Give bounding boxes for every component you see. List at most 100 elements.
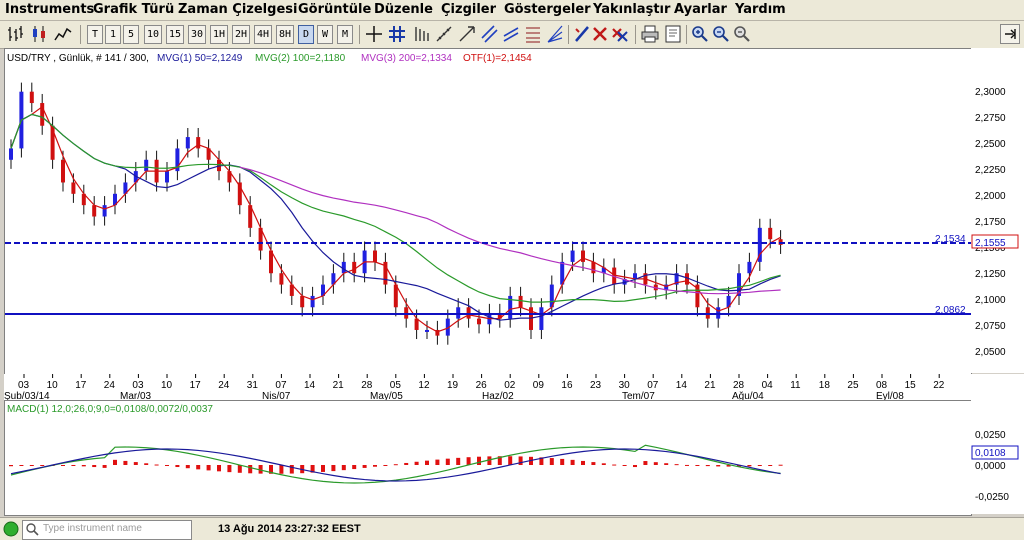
date-tick: 23	[590, 380, 602, 391]
macd-histogram-bar	[185, 465, 190, 469]
macd-histogram-bar	[29, 465, 34, 466]
date-axis: 03 10 17 24 03 10 17 24 31 07 14 21 28 05 12 19 26 02 09 16…	[4, 374, 1024, 402]
macd-current-value: 0,0108	[975, 448, 1006, 459]
timeframe-1m[interactable]: 1	[105, 25, 121, 44]
price-tick: 2,3000	[975, 87, 1006, 98]
candle-body	[102, 205, 107, 217]
fibonacci-icon[interactable]	[524, 24, 542, 44]
macd-histogram-bar	[133, 462, 138, 465]
ruler-alt-icon[interactable]	[435, 24, 453, 44]
bar-chart-icon[interactable]	[6, 24, 24, 44]
date-tick: 16	[561, 380, 573, 391]
menu-edit[interactable]: Düzenle	[374, 2, 433, 17]
zoom-in-icon[interactable]	[691, 24, 709, 44]
menu-chart-type[interactable]: Grafik Türü	[93, 2, 174, 17]
candle-body	[279, 273, 284, 285]
price-chart-panel[interactable]: USD/TRY , Günlük, # 141 / 300, MVG(1) 50…	[4, 48, 972, 375]
macd-histogram-bar	[601, 463, 606, 465]
timeframe-daily[interactable]: D	[298, 25, 314, 44]
timeframe-5m[interactable]: 5	[123, 25, 139, 44]
channel-icon[interactable]	[502, 24, 520, 44]
timeframe-1h[interactable]: 1H	[210, 25, 228, 44]
macd-histogram-bar	[633, 465, 637, 468]
timeframe-4h[interactable]: 4H	[254, 25, 272, 44]
timeframe-monthly[interactable]: M	[337, 25, 353, 44]
macd-histogram-bar	[217, 465, 221, 472]
delete-icon[interactable]	[591, 24, 609, 44]
timeframe-weekly[interactable]: W	[317, 25, 333, 44]
menu-zoom[interactable]: Yakınlaştır	[593, 2, 670, 17]
menu-indicators[interactable]: Göstergeler	[504, 2, 591, 17]
timeframe-30m[interactable]: 30	[188, 25, 206, 44]
macd-histogram-bar	[40, 465, 45, 466]
gann-icon[interactable]	[546, 24, 564, 44]
crosshair-icon[interactable]	[365, 24, 383, 44]
pin-toolbar-button[interactable]	[1000, 24, 1020, 44]
ruler-icon[interactable]	[414, 24, 432, 44]
mvg1-label: MVG(1) 50=2,1249	[157, 53, 243, 64]
macd-histogram-bar	[508, 456, 513, 465]
menu-help[interactable]: Yardım	[735, 2, 786, 17]
macd-histogram-bar	[331, 465, 336, 472]
date-tick: 14	[676, 380, 688, 391]
macd-histogram-bar	[144, 463, 149, 465]
month-tick: Ağu/04	[732, 391, 764, 400]
candle-body	[570, 250, 575, 262]
timeframe-2h[interactable]: 2H	[232, 25, 250, 44]
candle-body	[300, 295, 305, 308]
timeframe-tick[interactable]: T	[87, 25, 103, 44]
instrument-search-input[interactable]: Type instrument name	[22, 520, 192, 540]
candle-body	[477, 318, 481, 325]
otf-label: OTF(1)=2,1454	[463, 53, 532, 64]
price-tick: 2,2250	[975, 165, 1006, 176]
print-icon[interactable]	[641, 24, 659, 44]
grid-icon[interactable]	[388, 24, 406, 44]
timeframe-8h[interactable]: 8H	[276, 25, 294, 44]
menu-settings[interactable]: Ayarlar	[674, 2, 727, 17]
macd-histogram-bar	[653, 462, 658, 465]
timeframe-15m[interactable]: 15	[166, 25, 184, 44]
price-chart[interactable]: USD/TRY , Günlük, # 141 / 300, MVG(1) 50…	[5, 49, 971, 374]
candle-body	[92, 205, 97, 217]
zoom-out-icon[interactable]	[712, 24, 730, 44]
date-tick: 25	[847, 380, 859, 391]
macd-histogram-bar	[674, 464, 679, 466]
macd-axis-svg: 0,0250 0,0000 -0,0250 0,0108	[971, 430, 1019, 503]
delete-all-icon[interactable]	[611, 24, 629, 44]
macd-histogram-bar	[622, 465, 627, 466]
candle-body	[466, 307, 471, 319]
candle-body	[185, 137, 190, 149]
menu-view[interactable]: Görüntüle	[298, 2, 371, 17]
price-axis: 2,3000 2,2750 2,2500 2,2250 2,2000 2,175…	[971, 48, 1024, 373]
chart-symbol-label: USD/TRY , Günlük, # 141 / 300,	[7, 53, 149, 64]
parallel-lines-icon[interactable]	[480, 24, 498, 44]
save-image-icon[interactable]	[664, 24, 682, 44]
macd-panel[interactable]: MACD(1) 12,0;26,0;9,0=0,0108/0,0072/0,00…	[4, 400, 972, 516]
date-tick: 14	[304, 380, 316, 391]
line-chart-icon[interactable]	[54, 24, 72, 44]
date-tick: 28	[733, 380, 745, 391]
menu-instruments[interactable]: Instruments	[5, 2, 94, 17]
date-tick: 22	[933, 380, 945, 391]
current-price-label: 2,1555	[975, 238, 1006, 249]
macd-histogram-bar	[705, 465, 710, 467]
macd-histogram-bar	[477, 456, 481, 465]
arrow-icon[interactable]	[458, 24, 476, 44]
menu-lines[interactable]: Çizgiler	[441, 2, 496, 17]
timeframe-10m[interactable]: 10	[144, 25, 162, 44]
candle-body	[716, 307, 721, 319]
macd-histogram-bar	[466, 457, 471, 465]
menu-timeframe[interactable]: Zaman Çizelgesi	[178, 2, 297, 17]
macd-chart[interactable]: MACD(1) 12,0;26,0;9,0=0,0108/0,0072/0,00…	[5, 401, 971, 515]
zoom-fit-icon[interactable]	[733, 24, 751, 44]
month-tick: Şub/03/14	[4, 391, 50, 400]
candlestick-icon[interactable]	[30, 24, 48, 44]
draw-line-icon[interactable]	[573, 24, 591, 44]
candles-group	[9, 82, 783, 345]
date-tick: 08	[876, 380, 888, 391]
date-tick: 03	[132, 380, 144, 391]
date-tick: 21	[333, 380, 345, 391]
macd-histogram-bar	[165, 465, 169, 466]
candle-body	[61, 159, 65, 183]
date-tick: 24	[104, 380, 116, 391]
